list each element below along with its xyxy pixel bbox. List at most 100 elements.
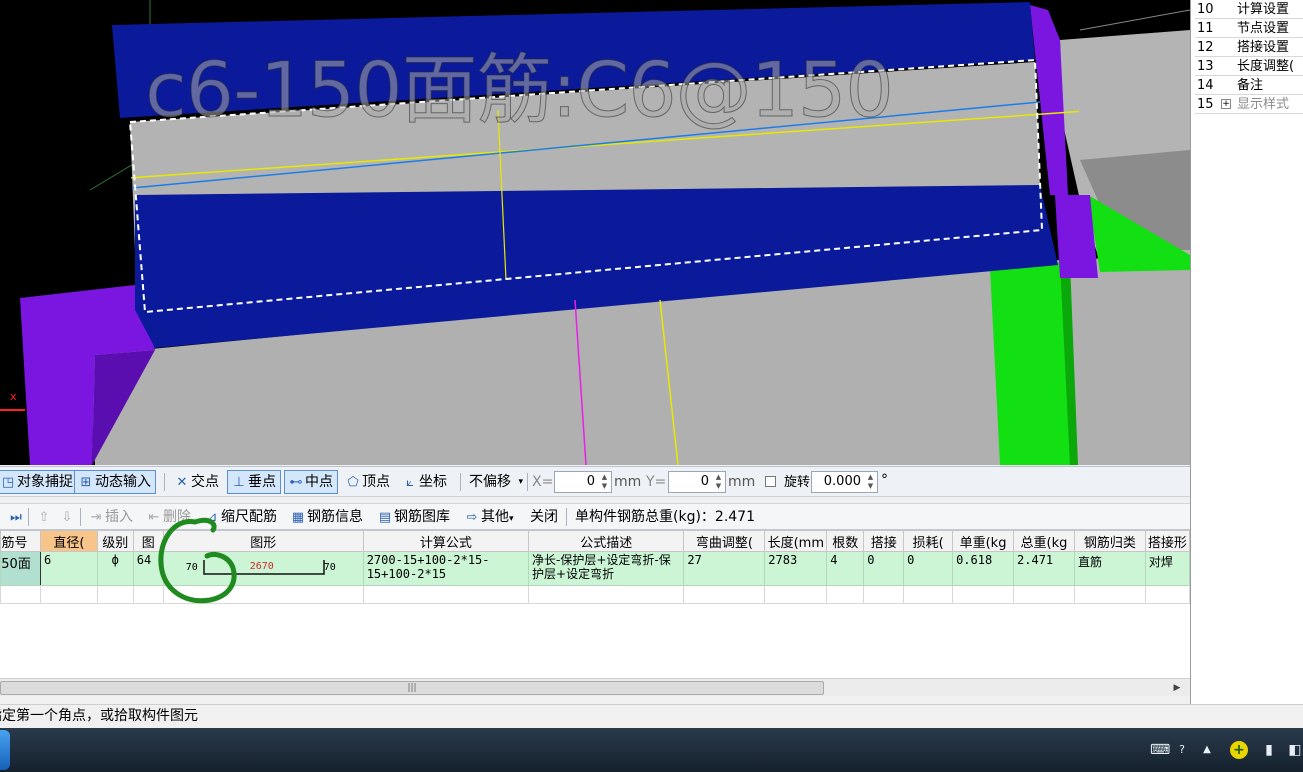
- x-coordinate-input[interactable]: 0 ▲ ▼: [554, 471, 612, 493]
- dynamic-input-button[interactable]: ⊞ 动态输入: [74, 470, 156, 494]
- rebar-table[interactable]: 筋号 直径(级别图图形 计算公式 公式描述 弯曲调整(长度(mm 根数 搭接 损耗(单重(kg…: [0, 530, 1191, 678]
- object-snap-button[interactable]: ◳ 对象捕捉: [0, 470, 78, 494]
- scrollbar-thumb[interactable]: |||: [0, 681, 824, 695]
- scroll-right-icon[interactable]: ▶: [1170, 681, 1184, 695]
- property-panel: 10 计算设置 11 节点设置 12 搭接设置 13 长度调整( 14 备注 15 + 显示样式: [1190, 0, 1303, 728]
- property-row[interactable]: 13 长度调整(: [1195, 57, 1303, 76]
- cell-shape-no[interactable]: 64: [132, 551, 164, 586]
- toolbar-separator: [164, 473, 165, 491]
- column-header[interactable]: 图形: [162, 530, 364, 552]
- cell-description[interactable]: 净长-保护层+设定弯折-保护层+设定弯折: [528, 551, 685, 586]
- help-icon[interactable]: ?: [1176, 741, 1188, 759]
- table-row-empty[interactable]: [0, 585, 1191, 604]
- keyboard-icon[interactable]: ⌨: [1150, 741, 1170, 759]
- column-header[interactable]: 筋号: [0, 530, 41, 552]
- column-header[interactable]: 根数: [826, 530, 865, 552]
- cell-category[interactable]: 直筋: [1073, 551, 1146, 586]
- snap-toolbar: ◳ 对象捕捉 ⊞ 动态输入 ✕ 交点 ⊥ 垂点 ⊷ 中点 ⬠ 顶点 ⟀ 坐标 不偏移 ▾ X= …: [0, 466, 1190, 497]
- toolbar-separator: [28, 508, 29, 526]
- total-weight-readout: 单构件钢筋总重(kg)：2.471: [575, 509, 756, 525]
- cell-grade[interactable]: ф: [96, 551, 134, 586]
- column-header[interactable]: 计算公式: [362, 530, 530, 552]
- other-icon: ⇨: [466, 510, 478, 525]
- rotate-angle-input[interactable]: 0.000 ▲ ▼: [811, 471, 878, 493]
- property-row-number: 14: [1197, 78, 1214, 93]
- column-header[interactable]: 弯曲调整(: [683, 530, 766, 552]
- column-header[interactable]: 长度(mm: [764, 530, 828, 552]
- move-down-button[interactable]: ⇩: [55, 505, 81, 529]
- perpendicular-snap-button[interactable]: ⊥ 垂点: [227, 470, 281, 494]
- property-row[interactable]: 15 + 显示样式: [1195, 95, 1303, 114]
- property-row[interactable]: 10 计算设置: [1195, 0, 1303, 19]
- intersection-snap-button[interactable]: ✕ 交点: [170, 470, 224, 494]
- table-row[interactable]: 150面 6 ф 64 70 2670 70 2700-15+100-2*15-…: [0, 551, 1191, 586]
- column-header[interactable]: 公式描述: [528, 530, 685, 552]
- property-row-number: 13: [1197, 59, 1214, 74]
- insert-button[interactable]: ⇥ 插入: [84, 505, 138, 529]
- column-header[interactable]: 直径(: [39, 530, 98, 552]
- rotate-checkbox[interactable]: 旋转: [760, 470, 815, 494]
- cell-formula[interactable]: 2700-15+100-2*15-15+100-2*15: [362, 551, 530, 586]
- dropdown-arrow-icon: ▾: [509, 514, 514, 524]
- model-canvas[interactable]: x: [0, 0, 1190, 465]
- cell-loss[interactable]: 0: [903, 551, 954, 586]
- info-icon: ▦: [291, 510, 305, 525]
- cell-lap-type[interactable]: 对焊: [1144, 551, 1191, 586]
- cell-total-weight[interactable]: 2.471: [1013, 551, 1075, 586]
- add-icon[interactable]: +: [1228, 741, 1250, 759]
- y-coordinate-input[interactable]: 0 ▲ ▼: [668, 471, 726, 493]
- cell-lap[interactable]: 0: [863, 551, 905, 586]
- cell-bend-adjust[interactable]: 27: [683, 551, 766, 586]
- property-row-label: 节点设置: [1237, 21, 1290, 36]
- y-label: Y=: [646, 474, 667, 490]
- 3d-viewport[interactable]: x c6-150面筋:C6@150: [0, 0, 1190, 465]
- cell-unit-weight[interactable]: 0.618: [952, 551, 1015, 586]
- offset-mode-dropdown[interactable]: 不偏移 ▾: [464, 470, 526, 494]
- cell-length[interactable]: 2783: [764, 551, 828, 586]
- coordinate-snap-button[interactable]: ⟀ 坐标: [398, 470, 452, 494]
- rebar-info-button[interactable]: ▦ 钢筋信息: [286, 505, 368, 529]
- horizontal-scrollbar[interactable]: ||| ▶: [0, 678, 1190, 696]
- degree-label: °: [881, 472, 888, 488]
- column-header[interactable]: 搭接形: [1144, 530, 1191, 552]
- property-row-label: 显示样式: [1237, 97, 1290, 112]
- expand-plus-icon[interactable]: +: [1221, 99, 1231, 109]
- column-header[interactable]: 损耗(: [903, 530, 954, 552]
- tray-expand-icon[interactable]: ▲: [1200, 741, 1214, 759]
- delete-icon: ⇤: [148, 510, 160, 525]
- cell-name[interactable]: 150面: [0, 551, 41, 586]
- delete-button[interactable]: ⇤ 删除: [142, 505, 196, 529]
- coordinate-icon: ⟀: [406, 475, 414, 490]
- cell-count[interactable]: 4: [826, 551, 865, 586]
- column-header[interactable]: 搭接: [863, 530, 905, 552]
- column-header[interactable]: 钢筋归类: [1073, 530, 1146, 552]
- battery-icon[interactable]: ▮: [1260, 741, 1278, 759]
- toolbar-separator: [460, 473, 461, 491]
- column-header[interactable]: 单重(kg: [952, 530, 1015, 552]
- column-header[interactable]: 级别: [96, 530, 134, 552]
- property-row[interactable]: 11 节点设置: [1195, 19, 1303, 38]
- property-row-number: 15: [1197, 97, 1214, 112]
- close-button[interactable]: 关闭: [525, 505, 563, 529]
- property-row-label: 计算设置: [1237, 2, 1290, 17]
- skip-end-icon: ⏭: [10, 510, 22, 525]
- column-header[interactable]: 总重(kg: [1013, 530, 1075, 552]
- vertex-snap-button[interactable]: ⬠ 顶点: [341, 470, 395, 494]
- midpoint-snap-button[interactable]: ⊷ 中点: [284, 470, 338, 494]
- property-row-label: 备注: [1237, 78, 1264, 93]
- cell-shape-diagram[interactable]: 70 2670 70: [162, 551, 364, 586]
- last-record-button[interactable]: ⏭: [4, 505, 30, 529]
- scale-rebar-button[interactable]: ⊿ 缩尺配筋: [200, 505, 282, 529]
- property-row[interactable]: 12 搭接设置: [1195, 38, 1303, 57]
- column-header[interactable]: 图: [132, 530, 164, 552]
- rebar-library-button[interactable]: ▤ 钢筋图库: [373, 505, 455, 529]
- other-dropdown-button[interactable]: ⇨ 其他▾: [460, 505, 519, 529]
- property-row[interactable]: 14 备注: [1195, 76, 1303, 95]
- cell-diameter[interactable]: 6: [39, 551, 98, 586]
- spinner-icon[interactable]: ▲ ▼: [865, 473, 876, 491]
- network-icon[interactable]: ◧: [1286, 741, 1303, 759]
- property-row-label: 长度调整(: [1237, 59, 1295, 74]
- arrow-up-icon: ⇧: [38, 510, 50, 525]
- library-icon: ▤: [378, 510, 392, 525]
- start-button[interactable]: [0, 730, 10, 770]
